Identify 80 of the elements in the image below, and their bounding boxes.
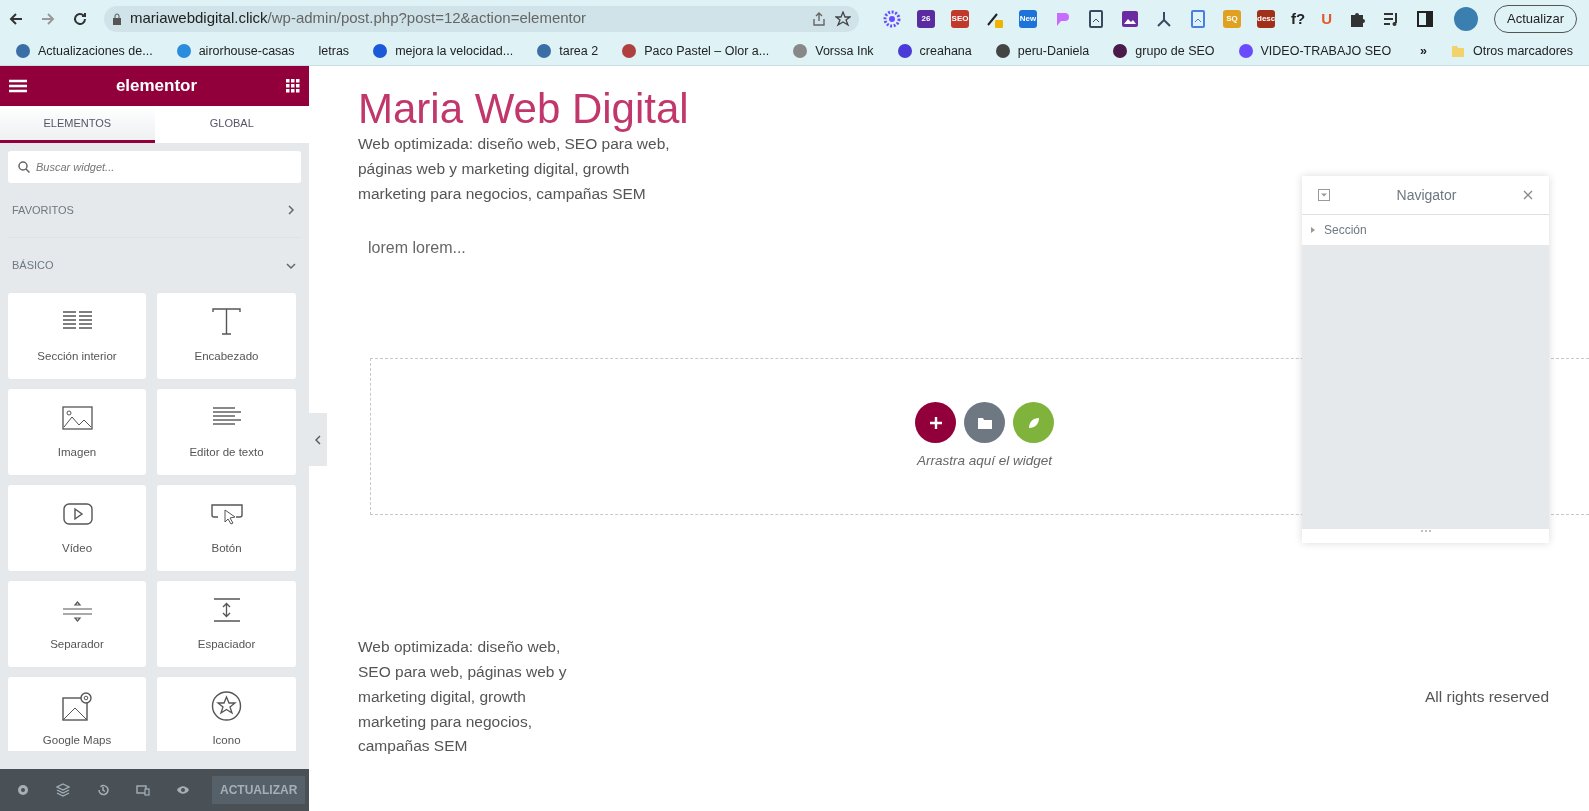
- widget-tile[interactable]: Google Maps: [8, 677, 146, 751]
- settings-icon[interactable]: [16, 783, 30, 797]
- add-section-button[interactable]: [915, 402, 956, 444]
- bookmark[interactable]: tarea 2: [537, 41, 599, 61]
- bookmark[interactable]: Actualizaciones de...: [16, 41, 153, 61]
- collapse-icon[interactable]: [1318, 189, 1330, 201]
- folder-icon: [1450, 44, 1465, 58]
- category-header[interactable]: FAVORITOS: [12, 201, 74, 219]
- chevron-right-icon[interactable]: [285, 204, 297, 216]
- menu-icon[interactable]: [8, 78, 28, 94]
- map-pin-icon: [59, 690, 95, 723]
- widget-tile[interactable]: Sección interior: [8, 293, 146, 379]
- responsive-icon[interactable]: [136, 783, 150, 797]
- bookmark[interactable]: grupo de SEO: [1113, 41, 1215, 61]
- share-icon[interactable]: [811, 10, 827, 27]
- document-icon[interactable]: [1189, 9, 1207, 28]
- widget-tile[interactable]: Vídeo: [8, 485, 146, 571]
- widget-tile[interactable]: Imagen: [8, 389, 146, 475]
- resize-handle-icon[interactable]: [1419, 529, 1432, 533]
- footer-text: Web optimizada: diseño web, SEO para web, páginas web y marketing digital, growth marketing para negocios, campañas SEM: [358, 637, 568, 757]
- history-icon[interactable]: [96, 783, 110, 797]
- search-icon: [18, 161, 30, 173]
- forward-arrow-icon[interactable]: [40, 10, 56, 27]
- bookmark[interactable]: VIDEO-TRABAJO SEO: [1238, 41, 1392, 61]
- bookmark[interactable]: mejora la velocidad...: [373, 41, 514, 61]
- collapse-panel-handle[interactable]: [309, 413, 327, 466]
- bookmark[interactable]: letras: [318, 41, 350, 61]
- reload-icon[interactable]: [72, 10, 88, 27]
- widget-tile[interactable]: Encabezado: [157, 293, 296, 379]
- bookmark[interactable]: airorhouse-casas: [176, 41, 295, 61]
- bookmark[interactable]: Vorssa Ink: [793, 41, 874, 61]
- update-button[interactable]: Actualizar: [1494, 4, 1578, 33]
- caret-right-icon[interactable]: [1310, 227, 1316, 233]
- lock-icon: [112, 12, 122, 25]
- flower-icon[interactable]: [883, 9, 901, 28]
- extension-badge[interactable]: 26: [917, 9, 935, 28]
- drop-hint: Arrastra aquí el widget: [916, 452, 1053, 471]
- navigator-item[interactable]: Sección: [1302, 215, 1549, 245]
- eye-icon[interactable]: [176, 783, 190, 797]
- extension-icon[interactable]: f?: [1291, 9, 1306, 28]
- avatar[interactable]: [1454, 6, 1478, 31]
- editor-logo: elementor: [115, 75, 198, 98]
- bookmark[interactable]: Paco Pastel – Olor a...: [622, 41, 770, 61]
- extension-badge[interactable]: desc: [1257, 9, 1275, 28]
- widget-tile[interactable]: Editor de texto: [157, 389, 296, 475]
- paragraph-text: lorem lorem...: [368, 237, 467, 258]
- bookmark[interactable]: peru-Daniela: [995, 41, 1090, 61]
- grid-icon[interactable]: [285, 78, 301, 94]
- document-icon[interactable]: [1087, 9, 1105, 28]
- widget-tile[interactable]: Espaciador: [157, 581, 296, 667]
- template-library-button[interactable]: [964, 402, 1005, 444]
- extension-badge[interactable]: New: [1019, 9, 1037, 28]
- extension-badge[interactable]: SEO: [951, 9, 969, 28]
- chevron-left-icon: [314, 434, 322, 445]
- site-tagline: Web optimizada: diseño web, SEO para web, páginas web y marketing digital, growth marketing para negocios, campañas SEM: [358, 134, 671, 204]
- plus-icon: [929, 416, 942, 429]
- star-circle-icon: [209, 690, 244, 723]
- fork-icon[interactable]: [1155, 9, 1173, 28]
- folder-icon: [977, 416, 992, 429]
- star-icon[interactable]: [835, 10, 851, 27]
- search-field[interactable]: Buscar widget...: [8, 151, 301, 183]
- widget-tile[interactable]: Botón: [157, 485, 296, 571]
- widget-tile[interactable]: Icono: [157, 677, 296, 751]
- image-icon[interactable]: [1121, 9, 1139, 28]
- close-icon[interactable]: [1523, 190, 1533, 200]
- layers-icon[interactable]: [56, 783, 70, 797]
- url-text: mariawebdigital.click/wp-admin/post.php?post=12&action=elementor: [130, 8, 588, 29]
- kit-button[interactable]: [1013, 402, 1054, 444]
- navigator-title: Navigator: [1396, 185, 1457, 205]
- side-panel-icon[interactable]: [1416, 9, 1434, 28]
- widget-tile[interactable]: Separador: [8, 581, 146, 667]
- category-header[interactable]: BÁSICO: [12, 257, 54, 274]
- back-arrow-icon[interactable]: [8, 10, 24, 27]
- bookmarks-folder[interactable]: Otros marcadores: [1450, 41, 1573, 61]
- bookmark[interactable]: creahana: [897, 41, 972, 61]
- more-bookmarks-button[interactable]: »: [1420, 41, 1427, 61]
- address-bar[interactable]: mariawebdigital.click/wp-admin/post.php?post=12&action=elementor: [104, 5, 859, 32]
- copyright-text: All rights reserved: [1424, 686, 1549, 707]
- leaf-icon: [1026, 415, 1041, 430]
- site-title: Maria Web Digital: [358, 86, 690, 133]
